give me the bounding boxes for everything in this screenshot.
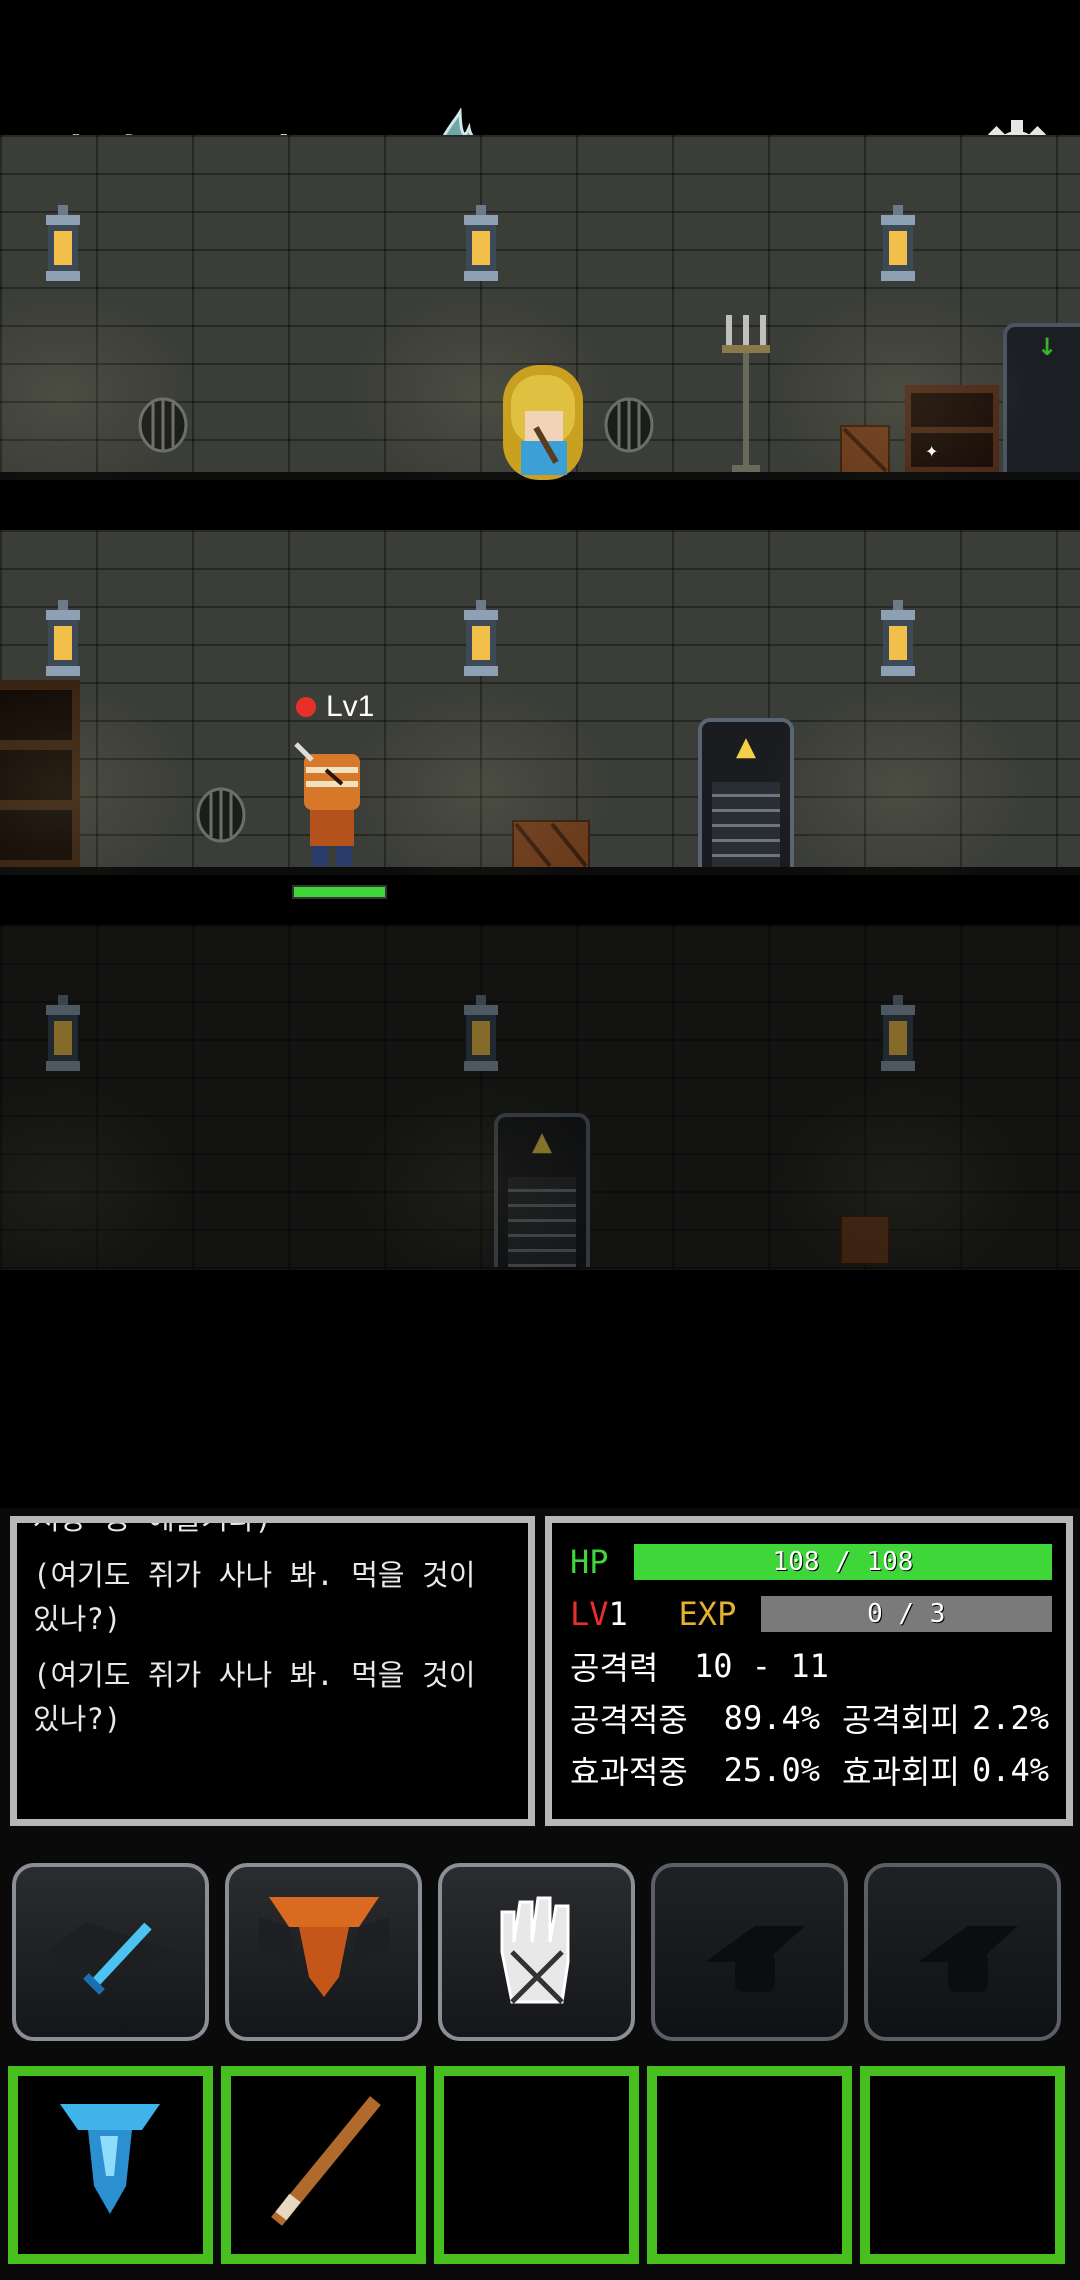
lantern-icon (881, 995, 915, 1071)
log-line: (여기도 쥐가 사나 봐. 먹을 것이 있나?) (33, 1558, 476, 1636)
lantern-icon (881, 205, 915, 281)
wooden-stick-icon (271, 2096, 381, 2226)
lantern-icon (46, 600, 80, 676)
hp-value: 108 / 108 (772, 1547, 914, 1577)
crate-icon (840, 425, 890, 475)
equip-slot-weapon[interactable] (12, 1863, 209, 2041)
wall-vent-icon (196, 787, 246, 843)
lv-label: LV (570, 1595, 609, 1633)
dungeon-floor-3: ▲ (0, 925, 1080, 1270)
enemy-character[interactable] (292, 740, 372, 868)
gloves-slot-icon (500, 1896, 569, 2004)
effect-hit-label: 효과적중 (570, 1753, 688, 1791)
effect-evade-value: 0.4% (972, 1751, 1050, 1789)
inventory-slot[interactable] (221, 2066, 426, 2264)
enemy-level-label: Lv1 (296, 690, 374, 724)
stairs-up-door[interactable]: ▲ (494, 1113, 590, 1267)
blue-cape-icon (60, 2104, 160, 2214)
exp-bar: 0 / 3 (760, 1596, 1052, 1632)
attack-value: 10 - 11 (694, 1647, 829, 1685)
door-down[interactable]: ↓ (1003, 323, 1080, 477)
equip-slot-armor[interactable] (225, 1863, 422, 2041)
attack-label: 공격력 (570, 1649, 659, 1687)
equipment-row (0, 1853, 1080, 2043)
locked-slot-icon (704, 1926, 805, 1992)
lantern-icon (464, 205, 498, 281)
armor-slot-icon (258, 1897, 389, 1997)
inventory-slot[interactable] (434, 2066, 639, 2264)
weapon-slot-icon (45, 1922, 176, 1995)
message-log[interactable]: 저장 공 예쁠거다) (여기도 쥐가 사나 봐. 먹을 것이 있나?) (여기도… (10, 1516, 535, 1826)
lantern-icon (464, 995, 498, 1071)
crate-icon (512, 820, 590, 870)
stairs-up-door[interactable]: ▲ (698, 718, 794, 872)
log-line: 저장 공 예쁠거다) (33, 1516, 273, 1536)
lv-value: 1 (608, 1595, 628, 1633)
locked-slot-icon (917, 1926, 1018, 1992)
effect-hit-value: 25.0% (723, 1751, 820, 1789)
inventory-row (0, 2058, 1080, 2278)
arrow-up-icon: ▲ (532, 1127, 552, 1157)
effect-evade-label: 효과회피 (842, 1753, 960, 1791)
shelf-icon: ✦ (905, 385, 999, 475)
accuracy-value: 89.4% (723, 1699, 820, 1737)
dungeon-floor-2: ▲ (0, 530, 1080, 875)
inventory-slot[interactable] (8, 2066, 213, 2264)
lantern-icon (46, 995, 80, 1071)
svg-text:✦: ✦ (925, 442, 938, 461)
shelf-icon (0, 680, 80, 870)
candelabra-icon (722, 315, 770, 473)
hp-label: HP (570, 1543, 609, 1581)
equip-slot-gloves[interactable] (438, 1863, 635, 2041)
inventory-slot[interactable] (860, 2066, 1065, 2264)
arrow-up-icon: ▲ (736, 732, 756, 762)
hp-bar: 108 / 108 (634, 1544, 1052, 1580)
hero-character[interactable] (495, 355, 591, 480)
enemy-status-dot (296, 697, 316, 717)
evasion-label: 공격회피 (842, 1701, 960, 1739)
equip-slot-locked[interactable] (864, 1863, 1061, 2041)
lantern-icon (464, 600, 498, 676)
lantern-icon (46, 205, 80, 281)
bottom-panel: 저장 공 예쁠거다) (여기도 쥐가 사나 봐. 먹을 것이 있나?) (여기도… (0, 1508, 1080, 2280)
enemy-hp-bar (292, 885, 387, 899)
equip-slot-locked[interactable] (651, 1863, 848, 2041)
wall-vent-icon (138, 397, 188, 453)
lantern-icon (881, 600, 915, 676)
crate-icon (840, 1215, 890, 1265)
exp-value: 0 / 3 (867, 1599, 946, 1629)
wall-vent-icon (604, 397, 654, 453)
accuracy-label: 공격적중 (570, 1701, 688, 1739)
stats-panel: HP 108 / 108 LV 1 EXP 0 / 3 공격력 10 - 11 … (545, 1516, 1073, 1826)
exp-label: EXP (678, 1595, 737, 1633)
log-line: (여기도 쥐가 사나 봐. 먹을 것이 있나?) (33, 1658, 476, 1736)
evasion-value: 2.2% (972, 1699, 1050, 1737)
inventory-slot[interactable] (647, 2066, 852, 2264)
